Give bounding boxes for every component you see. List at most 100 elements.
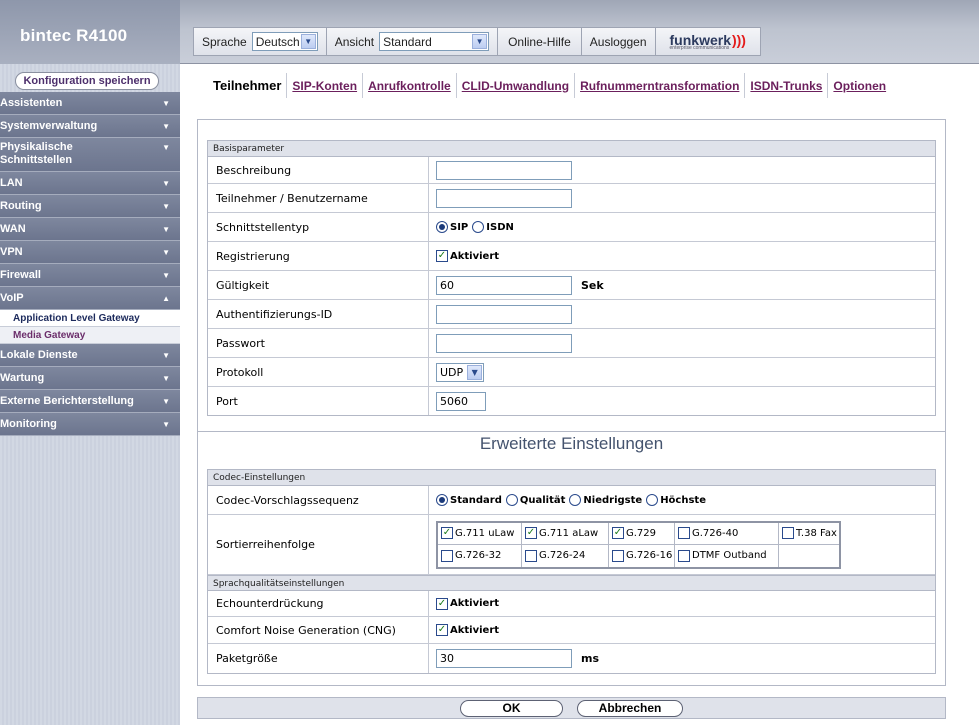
protokoll-select[interactable]: UDP ▼ (436, 362, 485, 382)
radio-label: Standard (450, 494, 502, 506)
codec-checkbox[interactable] (782, 527, 794, 539)
tab-isdn-trunks[interactable]: ISDN-Trunks (744, 73, 827, 98)
tab-anrufkontrolle[interactable]: Anrufkontrolle (362, 73, 456, 98)
help-link[interactable]: Online-Hilfe (497, 27, 581, 56)
tab-teilnehmer[interactable]: Teilnehmer (208, 73, 286, 98)
codec-label: G.726-40 (692, 527, 739, 539)
password-input[interactable] (436, 333, 572, 353)
sip-radio[interactable]: SIP (436, 221, 468, 233)
form-row: Teilnehmer / Benutzername (208, 184, 935, 213)
tab-clid-umwandlung[interactable]: CLID-Umwandlung (455, 73, 574, 98)
isdn-radio[interactable]: ISDN (472, 221, 514, 233)
view-select[interactable]: Standard ▼ (379, 32, 490, 51)
tab-optionen[interactable]: Optionen (827, 73, 891, 98)
form-row: Port 5060 (208, 387, 935, 415)
form-row: Sortierreihenfolge ✓ G.711 uLaw ✓ G.711 aL… (208, 515, 935, 575)
nav-item-vpn[interactable]: VPN ▼ (0, 241, 180, 264)
header-bar: bintec R4100 Sprache Deutsch ▼ Ansicht S… (0, 0, 979, 64)
paketgroesse-input[interactable]: 30 (436, 649, 572, 668)
nav-label: Systemverwaltung (0, 120, 98, 132)
ok-button[interactable]: OK (460, 699, 563, 717)
form-row: Beschreibung (208, 157, 935, 184)
field-label: Comfort Noise Generation (CNG) (208, 617, 429, 643)
nav-item-wartung[interactable]: Wartung ▼ (0, 367, 180, 390)
caret-down-icon: ▼ (162, 121, 170, 131)
advanced-section: Codec-Einstellungen Codec-Vorschlagssequ… (207, 469, 936, 674)
port-input[interactable]: 5060 (436, 391, 486, 411)
field-label: Echounterdrückung (208, 591, 429, 616)
nav-menu: Assistenten ▼ Systemverwaltung ▼ Physikali… (0, 92, 180, 436)
codec-checkbox[interactable] (441, 549, 453, 562)
advanced-settings-title: Erweiterte Einstellungen (479, 434, 664, 453)
registrierung-checkbox[interactable]: ✓ (436, 250, 448, 262)
logout-link[interactable]: Ausloggen (580, 27, 655, 56)
nav-item-systemverwaltung[interactable]: Systemverwaltung ▼ (0, 115, 180, 138)
nav-subitem-media-gateway[interactable]: Media Gateway (0, 327, 180, 344)
form-row: Comfort Noise Generation (CNG) ✓ Aktivier… (208, 617, 935, 644)
cancel-button[interactable]: Abbrechen (577, 699, 683, 717)
beschreibung-input[interactable] (436, 160, 572, 180)
codec-checkbox[interactable]: ✓ (441, 527, 453, 539)
field-label: Schnittstellentyp (208, 213, 429, 241)
nav-item-externe-berichterstellung[interactable]: Externe Berichterstellung ▼ (0, 390, 180, 413)
codec-seq-hoechste-radio[interactable]: Höchste (646, 494, 706, 506)
nav-item-physikalische-schnittstellen[interactable]: Physikalische Schnittstellen ▼ (0, 138, 180, 172)
radio-label: Niedrigste (583, 494, 643, 506)
divider (198, 431, 945, 432)
chevron-down-icon: ▼ (300, 34, 316, 49)
main-panel: Basisparameter Beschreibung Teilnehmer /… (197, 119, 946, 686)
codec-seq-niedrigste-radio[interactable]: Niedrigste (569, 494, 642, 506)
nav-item-lan[interactable]: LAN ▼ (0, 172, 180, 195)
teilnehmer-input[interactable] (436, 188, 572, 208)
codec-label: G.711 aLaw (539, 527, 599, 539)
save-config-button[interactable]: Konfiguration speichern (15, 72, 159, 90)
cng-checkbox[interactable]: ✓ (436, 624, 448, 636)
button-bar: OK Abbrechen (197, 697, 946, 719)
codec-checkbox[interactable] (612, 549, 624, 562)
chevron-down-icon: ▼ (467, 364, 483, 380)
codec-seq-qualitaet-radio[interactable]: Qualität (505, 494, 565, 506)
sidebar: Konfiguration speichern Assistenten ▼ Sys… (0, 64, 180, 725)
form-row: Paketgröße 30 ms (208, 644, 935, 673)
nav-label: VoIP (0, 292, 24, 304)
radio-selected-icon (436, 494, 448, 506)
codec-cell: ✓ G.711 uLaw (438, 522, 522, 545)
nav-item-routing[interactable]: Routing ▼ (0, 195, 180, 218)
radio-empty-icon (505, 494, 518, 506)
codec-seq-standard-radio[interactable]: Standard (436, 494, 502, 506)
nav-label: Externe Berichterstellung (0, 395, 134, 407)
codec-checkbox[interactable] (525, 549, 537, 562)
radio-label: Höchste (660, 494, 706, 506)
nav-item-monitoring[interactable]: Monitoring ▼ (0, 413, 180, 436)
codec-checkbox[interactable] (678, 527, 690, 539)
auth-id-input[interactable] (436, 304, 572, 324)
nav-item-firewall[interactable]: Firewall ▼ (0, 264, 180, 287)
tab-sip-konten[interactable]: SIP-Konten (286, 73, 362, 98)
language-label: Sprache (202, 34, 247, 49)
tab-rufnummerntransformation[interactable]: Rufnummerntransformation (574, 73, 744, 98)
echo-checkbox[interactable]: ✓ (436, 597, 448, 610)
codec-checkbox[interactable]: ✓ (612, 527, 624, 539)
nav-subitem-application-level-gateway[interactable]: Application Level Gateway (0, 310, 180, 327)
radio-empty-icon (646, 494, 659, 506)
nav-label: Firewall (0, 269, 41, 281)
language-select[interactable]: Deutsch ▼ (251, 32, 318, 51)
nav-item-voip[interactable]: VoIP ▲ (0, 287, 180, 310)
codec-checkbox[interactable]: ✓ (525, 527, 537, 539)
section-heading: Basisparameter (208, 141, 935, 157)
unit-label: Sek (581, 278, 604, 292)
nav-item-assistenten[interactable]: Assistenten ▼ (0, 92, 180, 115)
brand-logo: funkwerk))) enterprise communications (654, 27, 761, 56)
nav-item-lokale-dienste[interactable]: Lokale Dienste ▼ (0, 344, 180, 367)
field-label: Passwort (208, 329, 429, 357)
radio-empty-icon (472, 221, 485, 233)
gueltigkeit-input[interactable]: 60 (436, 275, 572, 295)
codec-cell: G.726-24 (522, 544, 609, 567)
basis-section: Basisparameter Beschreibung Teilnehmer /… (207, 140, 936, 416)
form-row: Registrierung ✓ Aktiviert (208, 242, 935, 271)
codec-checkbox[interactable] (678, 549, 690, 562)
nav-item-wan[interactable]: WAN ▼ (0, 218, 180, 241)
tab-bar: Teilnehmer SIP-Konten Anrufkontrolle CLI… (208, 73, 891, 98)
codec-cell: ✓ G.711 aLaw (522, 522, 609, 545)
field-label: Registrierung (208, 242, 429, 270)
